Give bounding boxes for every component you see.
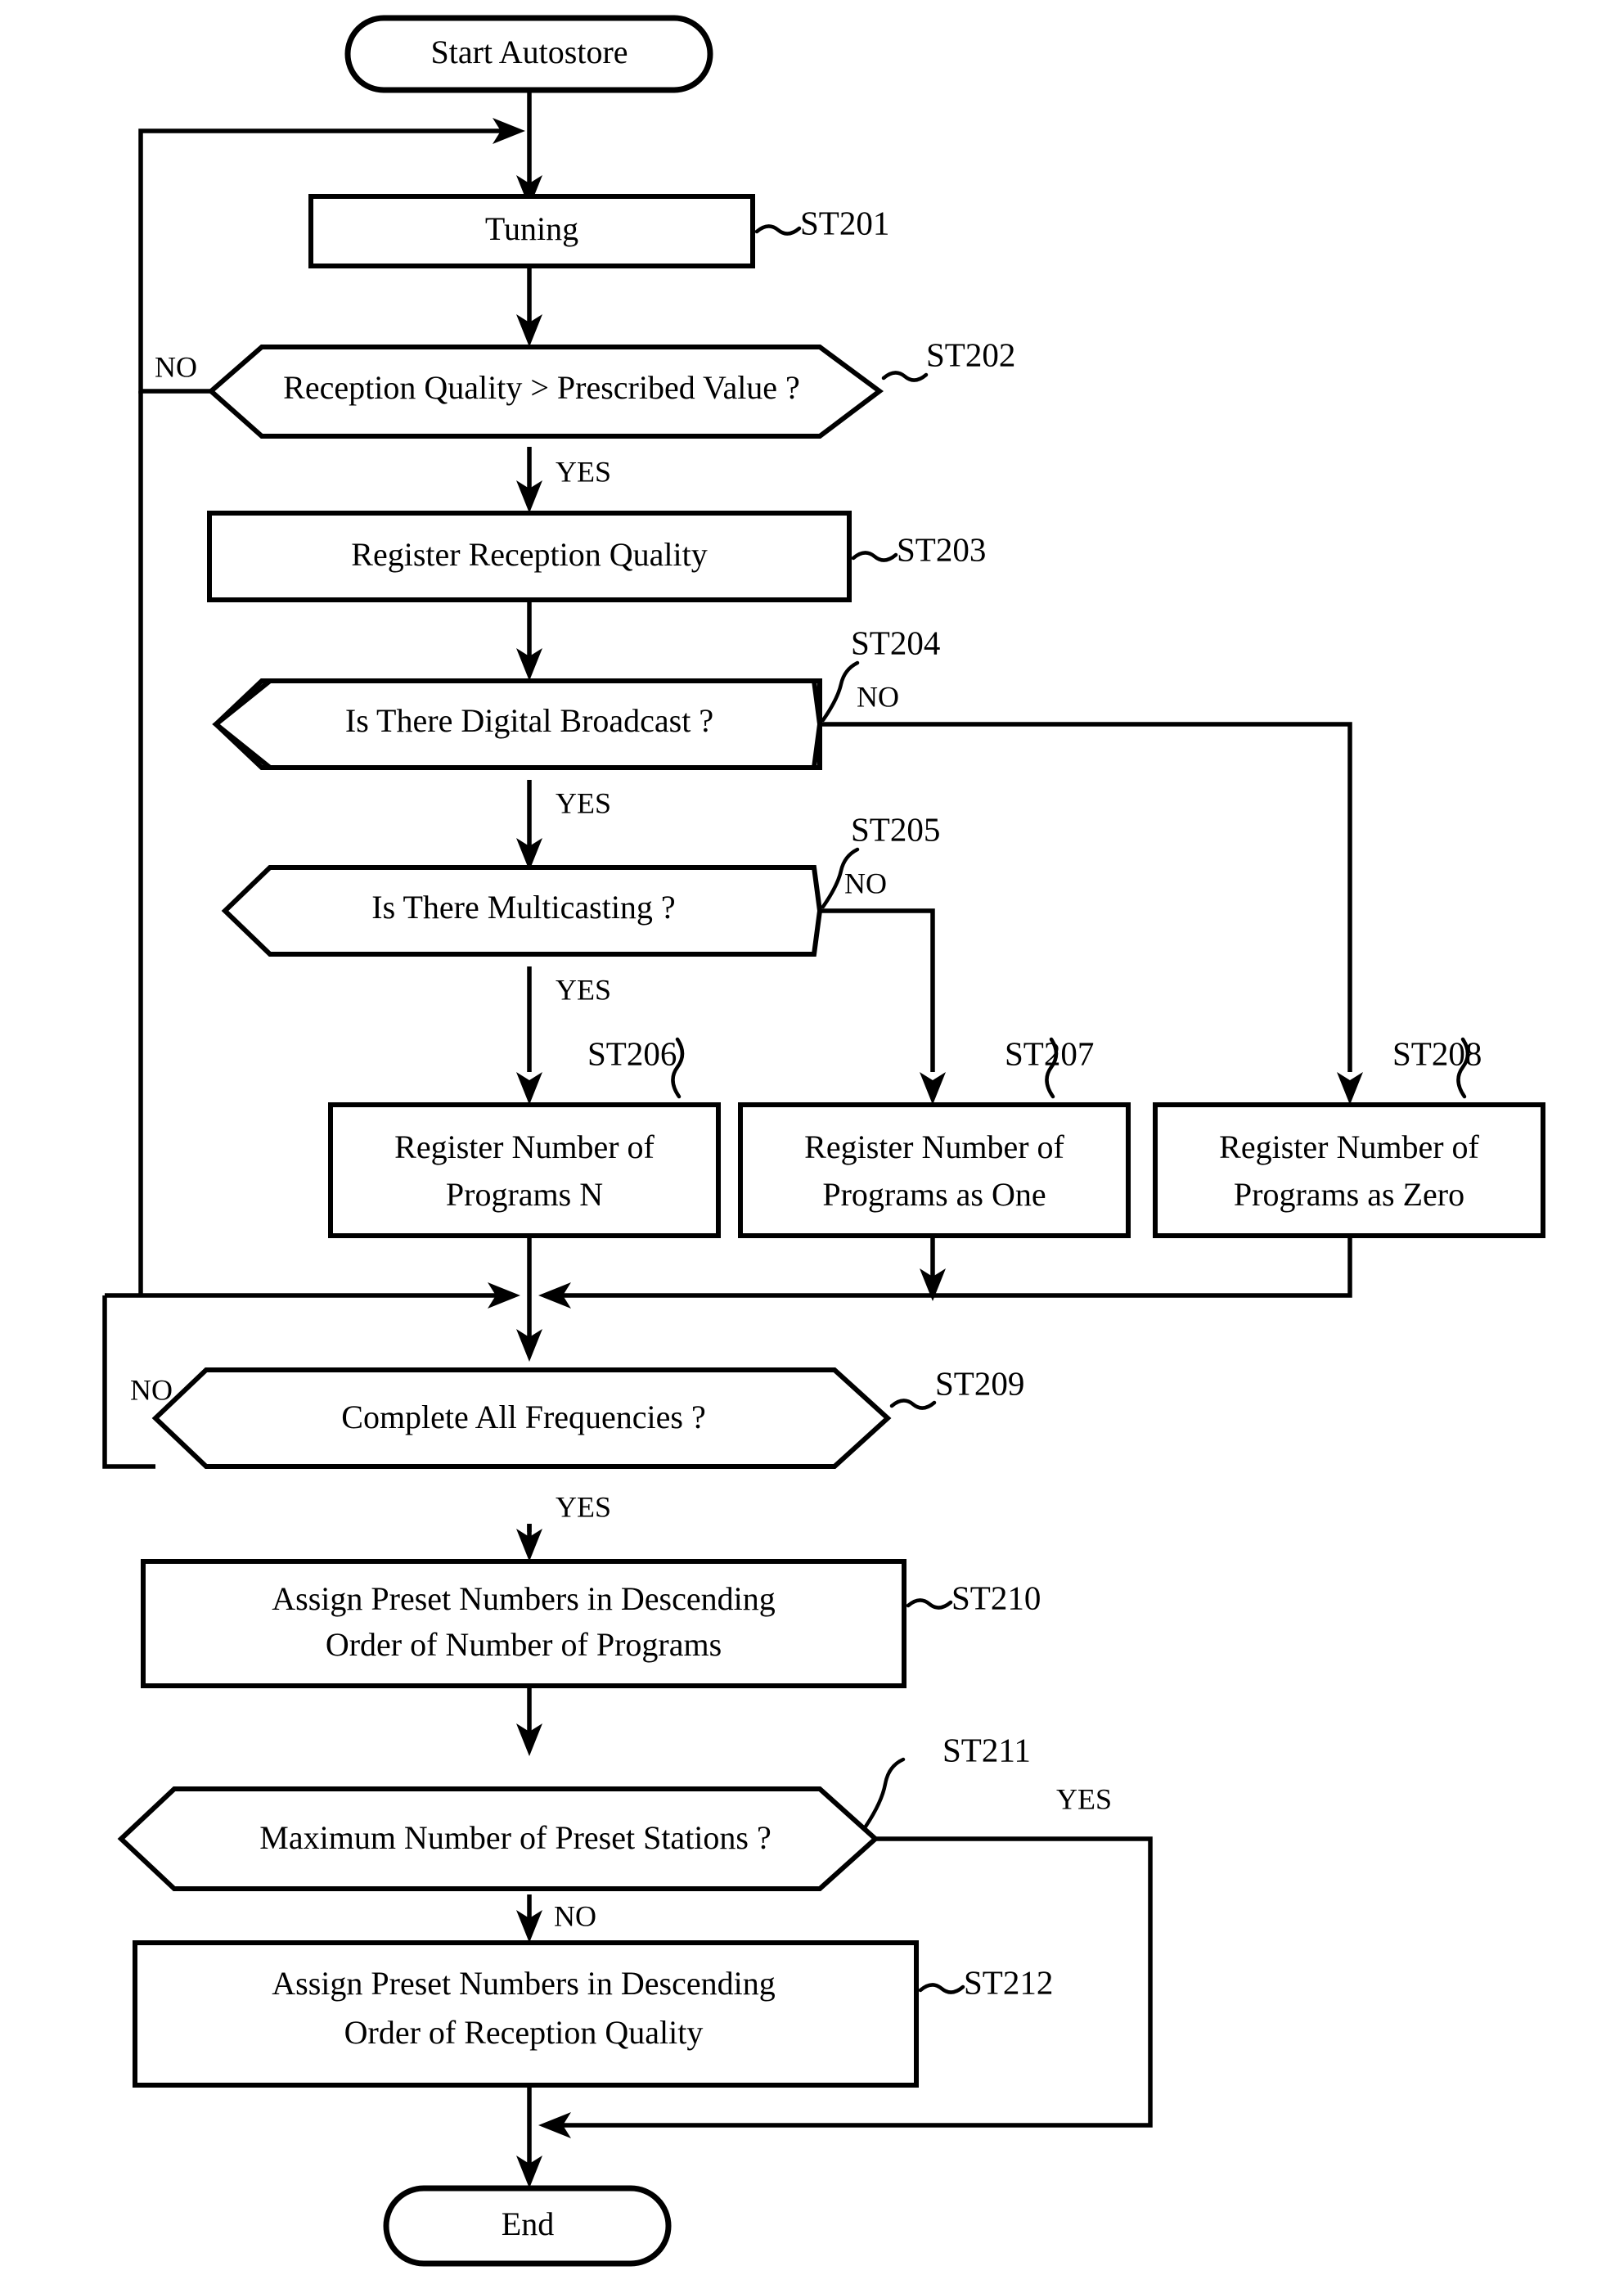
edge-start-to-st201 (516, 90, 542, 208)
node-start: Start Autostore (344, 15, 713, 93)
node-st211: Maximum Number of Preset Stations ? ST21… (117, 1731, 1112, 1932)
node-st208-label-line1: Register Number of (1219, 1128, 1479, 1165)
node-st206: Register Number of Programs N ST206 (328, 1034, 721, 1238)
ref-st208: ST208 (1392, 1034, 1482, 1072)
node-st206-label-line2: Programs N (446, 1176, 603, 1213)
edge-label-st204-no: NO (857, 680, 899, 713)
edge-label-st202-yes: YES (556, 455, 611, 488)
node-st212-label-line2: Order of Reception Quality (344, 2014, 704, 2051)
node-st202: Reception Quality > Prescribed Value ? S… (155, 336, 1015, 488)
node-st210-label-line2: Order of Number of Programs (326, 1626, 722, 1663)
edge-st205-no-to-st207 (820, 908, 946, 1105)
node-st209-label: Complete All Frequencies ? (341, 1399, 705, 1435)
ref-st201: ST201 (800, 204, 889, 241)
flowchart-canvas: Start Autostore Tuning ST201 Reception Q… (0, 0, 1624, 2284)
edge-label-st205-yes: YES (556, 973, 611, 1006)
node-st204-label: Is There Digital Broadcast ? (345, 702, 713, 739)
edge-label-st211-no: NO (554, 1899, 596, 1932)
node-st210: Assign Preset Numbers in Descending Orde… (141, 1559, 1041, 1688)
edge-st203-to-st204 (516, 600, 542, 681)
edge-label-st209-no: NO (130, 1373, 173, 1406)
node-st212: Assign Preset Numbers in Descending Orde… (133, 1940, 1053, 2088)
node-end: End (383, 2185, 672, 2267)
edge-st205-yes-to-st206 (516, 966, 542, 1105)
node-st204: Is There Digital Broadcast ? ST204 NO YE… (212, 624, 940, 819)
ref-st205: ST205 (851, 810, 940, 848)
ref-st203: ST203 (897, 530, 986, 568)
ref-st207: ST207 (1005, 1034, 1094, 1072)
node-st206-label-line1: Register Number of (394, 1128, 655, 1165)
ref-st212: ST212 (964, 1963, 1053, 2001)
edge-label-st211-yes: YES (1056, 1782, 1112, 1815)
ref-st202: ST202 (926, 336, 1015, 373)
node-st207-label-line2: Programs as One (822, 1176, 1046, 1213)
node-st205: Is There Multicasting ? ST205 NO YES (221, 810, 940, 1006)
ref-st210: ST210 (951, 1579, 1041, 1616)
edge-label-st204-yes: YES (556, 786, 611, 819)
node-st207-label-line1: Register Number of (804, 1128, 1064, 1165)
edge-label-st209-yes: YES (556, 1490, 611, 1523)
node-start-label: Start Autostore (430, 34, 628, 70)
edge-st202-yes-to-st203 (516, 447, 542, 513)
ref-st209: ST209 (935, 1364, 1024, 1402)
edge-st212-to-end (516, 2085, 542, 2188)
flowchart-svg: Start Autostore Tuning ST201 Reception Q… (102, 15, 1545, 2267)
node-st210-label-line1: Assign Preset Numbers in Descending (272, 1580, 775, 1617)
ref-st204: ST204 (851, 624, 940, 661)
edge-st201-to-st202 (516, 266, 542, 347)
node-st211-label: Maximum Number of Preset Stations ? (259, 1819, 771, 1856)
edge-st211-no-to-st212 (516, 1894, 542, 1943)
node-st212-label-line1: Assign Preset Numbers in Descending (272, 1965, 775, 2002)
edge-label-st205-no: NO (844, 867, 887, 899)
node-st205-label: Is There Multicasting ? (371, 889, 675, 926)
ref-st211: ST211 (942, 1731, 1031, 1768)
edge-st210-to-st211 (516, 1686, 542, 1756)
node-st202-label: Reception Quality > Prescribed Value ? (283, 369, 800, 406)
node-st201-label: Tuning (485, 210, 578, 247)
node-st203-label: Register Reception Quality (351, 536, 707, 573)
node-st203: Register Reception Quality ST203 (207, 511, 986, 602)
edge-st209-yes-to-st210 (516, 1524, 542, 1561)
ref-st206: ST206 (587, 1034, 677, 1072)
node-st201: Tuning ST201 (308, 194, 889, 268)
node-end-label: End (502, 2205, 554, 2242)
edge-label-st202-no: NO (155, 350, 197, 383)
node-st209: Complete All Frequencies ? ST209 NO YES (130, 1364, 1024, 1523)
edge-st204-yes-to-st205 (516, 780, 542, 871)
edge-merge-bus (105, 1236, 1352, 1362)
node-st208-label-line2: Programs as Zero (1234, 1176, 1464, 1213)
